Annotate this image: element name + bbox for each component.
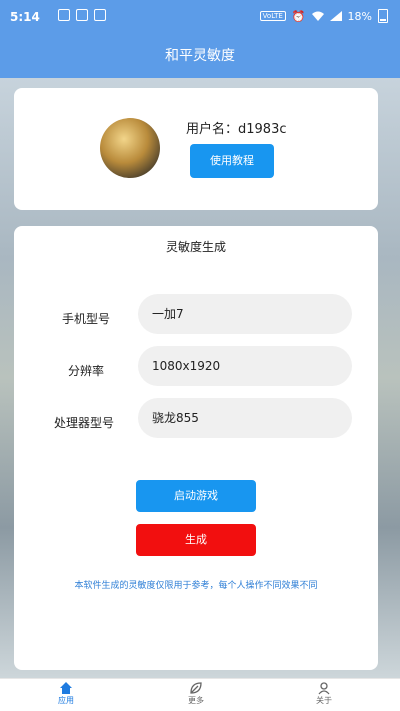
username: 用户名：d1983c <box>186 122 287 137</box>
resolution-input[interactable]: 1080x1920 <box>138 346 352 386</box>
network-chip: VoLTE <box>259 11 286 21</box>
app-title: 和平灵敏度 <box>165 48 235 64</box>
person-icon <box>318 682 330 695</box>
phone-model-input[interactable]: 一加7 <box>138 294 352 334</box>
bottom-nav: 应用 更多 关于 <box>0 678 400 711</box>
leaf-icon <box>190 682 202 694</box>
generate-button[interactable]: 生成 <box>136 524 256 556</box>
nav-item-label: 关于 <box>316 696 332 705</box>
status-right: VoLTE ⏰ 18% <box>259 9 388 23</box>
message-icon <box>76 9 88 21</box>
resolution-label: 分辨率 <box>68 364 105 378</box>
nav-item-more[interactable]: 更多 <box>156 681 236 706</box>
nav-item-app[interactable]: 应用 <box>26 681 106 706</box>
phone-model-label: 手机型号 <box>62 312 111 326</box>
nav-item-label: 应用 <box>58 696 74 705</box>
nav-item-about[interactable]: 关于 <box>284 681 364 706</box>
generator-title: 灵敏度生成 <box>165 240 226 254</box>
status-left-icons <box>58 9 106 21</box>
tutorial-button[interactable]: 使用教程 <box>190 144 274 178</box>
battery-icon <box>378 9 388 23</box>
battery-percent: 18% <box>347 9 372 23</box>
disclaimer-text: 本软件生成的灵敏度仅限用于参考，每个人操作不同效果不同 <box>74 581 318 591</box>
signal-icon <box>329 11 342 21</box>
notification-icon <box>58 9 70 21</box>
wifi-icon <box>311 11 324 21</box>
app-bar: 和平灵敏度 <box>0 34 400 78</box>
app-icon <box>94 9 106 21</box>
status-time: 5:14 <box>10 10 40 24</box>
processor-label: 处理器型号 <box>54 416 115 430</box>
launch-game-button[interactable]: 启动游戏 <box>136 480 256 512</box>
user-card: 用户名：d1983c 使用教程 <box>14 88 378 210</box>
avatar <box>100 118 160 178</box>
status-bar: 5:14 VoLTE ⏰ 18% <box>0 0 400 34</box>
processor-input[interactable]: 骁龙855 <box>138 398 352 438</box>
alarm-icon: ⏰ <box>291 9 306 23</box>
generator-card: 灵敏度生成 手机型号 一加7 分辨率 1080x1920 处理器型号 骁龙855… <box>14 226 378 670</box>
nav-item-label: 更多 <box>188 696 204 705</box>
home-icon <box>60 682 72 694</box>
